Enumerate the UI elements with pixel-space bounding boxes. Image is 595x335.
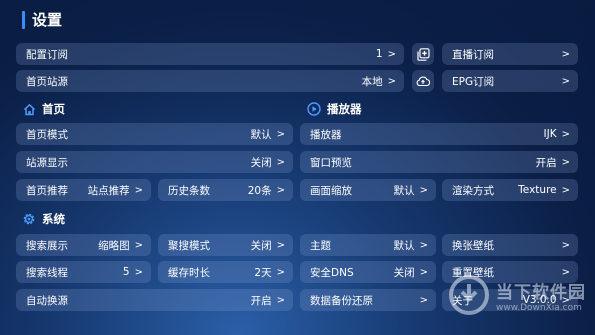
chevron-right-icon: > bbox=[561, 75, 570, 87]
item-value: 默认 bbox=[393, 239, 415, 252]
chevron-right-icon: > bbox=[276, 294, 285, 306]
item-label: 历史条数 bbox=[168, 184, 210, 197]
item-label: 渲染方式 bbox=[452, 184, 494, 197]
item-label: 搜索展示 bbox=[26, 239, 68, 252]
item-label: 自动换源 bbox=[26, 294, 68, 307]
render-mode-item[interactable]: 渲染方式 Texture > bbox=[442, 179, 578, 201]
chevron-right-icon: > bbox=[276, 156, 285, 168]
item-value: 关闭 bbox=[250, 239, 272, 252]
theme-item[interactable]: 主题 默认 > bbox=[300, 234, 436, 256]
watermark-logo-icon bbox=[449, 275, 489, 315]
item-value: 关闭 bbox=[250, 156, 272, 169]
system-section-header: 系统 bbox=[22, 211, 65, 227]
item-value: IJK bbox=[543, 128, 557, 140]
item-label: 数据备份还原 bbox=[310, 294, 373, 307]
item-label: 换张壁纸 bbox=[452, 239, 494, 252]
add-subscription-button[interactable] bbox=[412, 43, 434, 65]
home-source-item[interactable]: 首页站源 本地 > bbox=[16, 70, 404, 92]
home-mode-item[interactable]: 首页模式 默认 > bbox=[16, 123, 293, 145]
item-label: 首页推荐 bbox=[26, 184, 68, 197]
watermark-text: 当下软件园 bbox=[496, 282, 586, 303]
chevron-right-icon: > bbox=[134, 184, 143, 196]
item-label: 播放器 bbox=[310, 128, 342, 141]
chevron-right-icon: > bbox=[419, 294, 428, 306]
item-value: 开启 bbox=[250, 294, 272, 307]
item-label: 缓存时长 bbox=[168, 266, 210, 279]
item-value: 关闭 bbox=[393, 266, 415, 279]
item-label: 主题 bbox=[310, 239, 331, 252]
chevron-right-icon: > bbox=[134, 239, 143, 251]
section-title: 播放器 bbox=[327, 102, 362, 116]
item-value: 2天 bbox=[254, 266, 272, 279]
item-label: 直播订阅 bbox=[452, 48, 494, 61]
home-recommend-item[interactable]: 首页推荐 站点推荐 > bbox=[16, 179, 151, 201]
item-label: 配置订阅 bbox=[26, 48, 68, 61]
item-value: 默认 bbox=[250, 128, 272, 141]
item-value: 20条 bbox=[247, 184, 272, 197]
cache-duration-item[interactable]: 缓存时长 2天 > bbox=[158, 261, 293, 283]
chevron-right-icon: > bbox=[276, 128, 285, 140]
chevron-right-icon: > bbox=[134, 266, 143, 278]
page-title: 设置 bbox=[32, 11, 63, 29]
item-label: 窗口预览 bbox=[310, 156, 352, 169]
chevron-right-icon: > bbox=[387, 75, 396, 87]
chevron-right-icon: > bbox=[561, 48, 570, 60]
secure-dns-item[interactable]: 安全DNS 关闭 > bbox=[300, 261, 436, 283]
chevron-right-icon: > bbox=[561, 156, 570, 168]
item-label: 站源显示 bbox=[26, 156, 68, 169]
player-item[interactable]: 播放器 IJK > bbox=[300, 123, 578, 145]
title-accent-bar bbox=[22, 11, 25, 29]
chevron-right-icon: > bbox=[419, 266, 428, 278]
watermark-url: www.DownXia.com bbox=[496, 302, 582, 313]
item-value: 5 bbox=[122, 266, 130, 278]
item-label: EPG订阅 bbox=[452, 75, 495, 88]
window-preview-item[interactable]: 窗口预览 开启 > bbox=[300, 151, 578, 173]
search-display-item[interactable]: 搜索展示 缩略图 > bbox=[16, 234, 151, 256]
home-icon bbox=[22, 102, 36, 116]
chevron-right-icon: > bbox=[561, 239, 570, 251]
site-watermark: 当下软件园 www.DownXia.com bbox=[448, 264, 588, 326]
chevron-right-icon: > bbox=[276, 184, 285, 196]
chevron-right-icon: > bbox=[419, 239, 428, 251]
backup-restore-item[interactable]: 数据备份还原 > bbox=[300, 289, 436, 311]
play-circle-icon bbox=[307, 102, 321, 116]
player-section-header: 播放器 bbox=[307, 101, 362, 117]
item-value: 开启 bbox=[535, 156, 557, 169]
item-label: 首页模式 bbox=[26, 128, 68, 141]
plus-square-icon bbox=[416, 47, 430, 61]
change-wallpaper-item[interactable]: 换张壁纸 > bbox=[442, 234, 578, 256]
live-subscription-item[interactable]: 直播订阅 > bbox=[442, 43, 578, 65]
item-value: 默认 bbox=[393, 184, 415, 197]
item-label: 画面缩放 bbox=[310, 184, 352, 197]
section-title: 首页 bbox=[42, 102, 65, 116]
chevron-right-icon: > bbox=[561, 128, 570, 140]
item-value: 1 bbox=[375, 48, 383, 60]
auto-switch-source-item[interactable]: 自动换源 开启 > bbox=[16, 289, 293, 311]
item-value: 站点推荐 bbox=[87, 184, 130, 197]
aggregate-search-item[interactable]: 聚搜模式 关闭 > bbox=[158, 234, 293, 256]
source-display-item[interactable]: 站源显示 关闭 > bbox=[16, 151, 293, 173]
chevron-right-icon: > bbox=[387, 48, 396, 60]
cloud-upload-button[interactable] bbox=[412, 70, 434, 92]
history-count-item[interactable]: 历史条数 20条 > bbox=[158, 179, 293, 201]
config-subscription-item[interactable]: 配置订阅 1 > bbox=[16, 43, 404, 65]
cloud-upload-icon bbox=[416, 76, 430, 87]
item-label: 安全DNS bbox=[310, 266, 354, 279]
picture-zoom-item[interactable]: 画面缩放 默认 > bbox=[300, 179, 436, 201]
chevron-right-icon: > bbox=[276, 266, 285, 278]
epg-subscription-item[interactable]: EPG订阅 > bbox=[442, 70, 578, 92]
gear-icon bbox=[22, 212, 36, 226]
section-title: 系统 bbox=[42, 212, 65, 226]
search-threads-item[interactable]: 搜索线程 5 > bbox=[16, 261, 151, 283]
item-label: 首页站源 bbox=[26, 75, 68, 88]
item-value: 本地 bbox=[361, 75, 383, 88]
chevron-right-icon: > bbox=[561, 184, 570, 196]
item-value: 缩略图 bbox=[98, 239, 130, 252]
item-label: 搜索线程 bbox=[26, 266, 68, 279]
chevron-right-icon: > bbox=[419, 184, 428, 196]
chevron-right-icon: > bbox=[276, 239, 285, 251]
home-section-header: 首页 bbox=[22, 101, 65, 117]
item-label: 聚搜模式 bbox=[168, 239, 210, 252]
item-value: Texture bbox=[518, 184, 557, 196]
